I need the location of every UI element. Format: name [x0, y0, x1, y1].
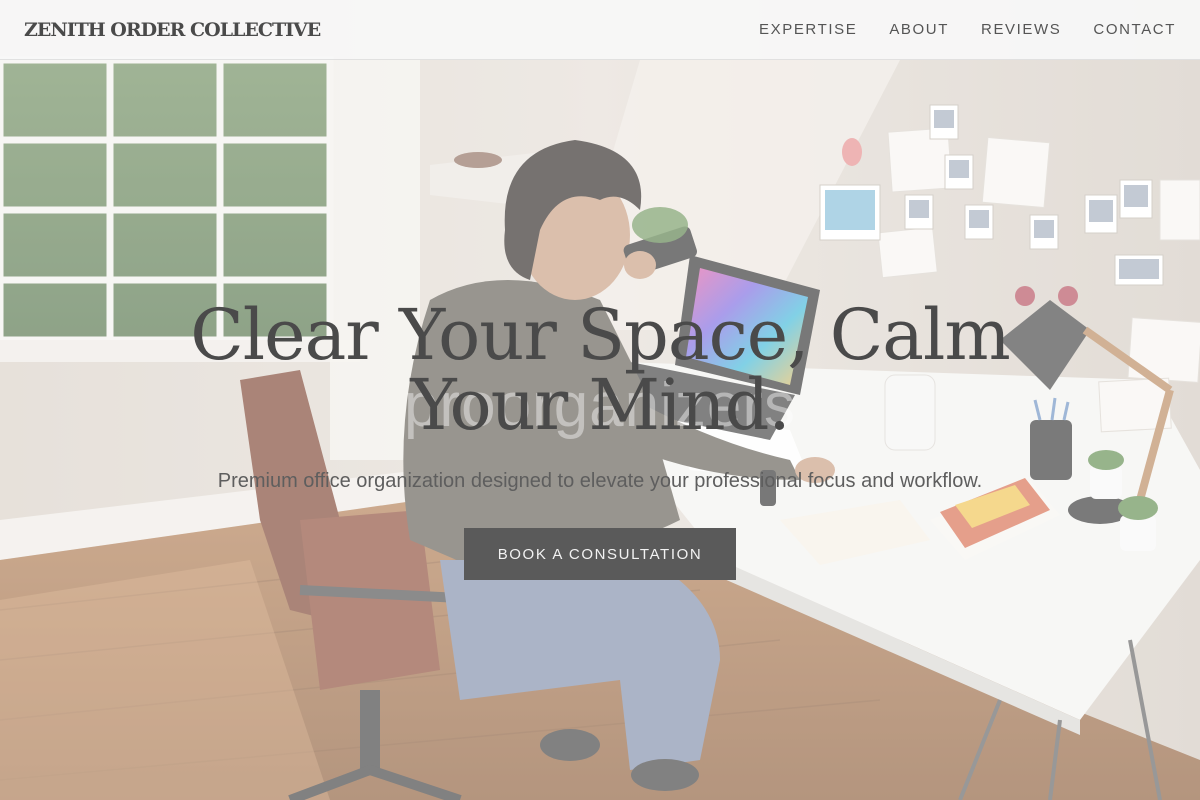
nav-link-about[interactable]: ABOUT: [889, 21, 949, 38]
nav-link-reviews[interactable]: REVIEWS: [981, 21, 1061, 38]
main-nav: EXPERTISE ABOUT REVIEWS CONTACT: [759, 21, 1176, 38]
nav-link-contact[interactable]: CONTACT: [1093, 21, 1176, 38]
nav-link-expertise[interactable]: EXPERTISE: [759, 21, 857, 38]
brand-logo[interactable]: ZENITH ORDER COLLECTIVE: [24, 19, 321, 41]
hero-title: Clear Your Space, Calm Your Mind.: [100, 300, 1100, 440]
book-consultation-button[interactable]: BOOK A CONSULTATION: [464, 528, 736, 580]
hero-section: proorganizers Clear Your Space, Calm You…: [0, 60, 1200, 800]
hero-title-line-2: Your Mind.: [410, 364, 790, 446]
site-header: ZENITH ORDER COLLECTIVE EXPERTISE ABOUT …: [0, 0, 1200, 60]
hero-subtitle: Premium office organization designed to …: [217, 470, 983, 492]
